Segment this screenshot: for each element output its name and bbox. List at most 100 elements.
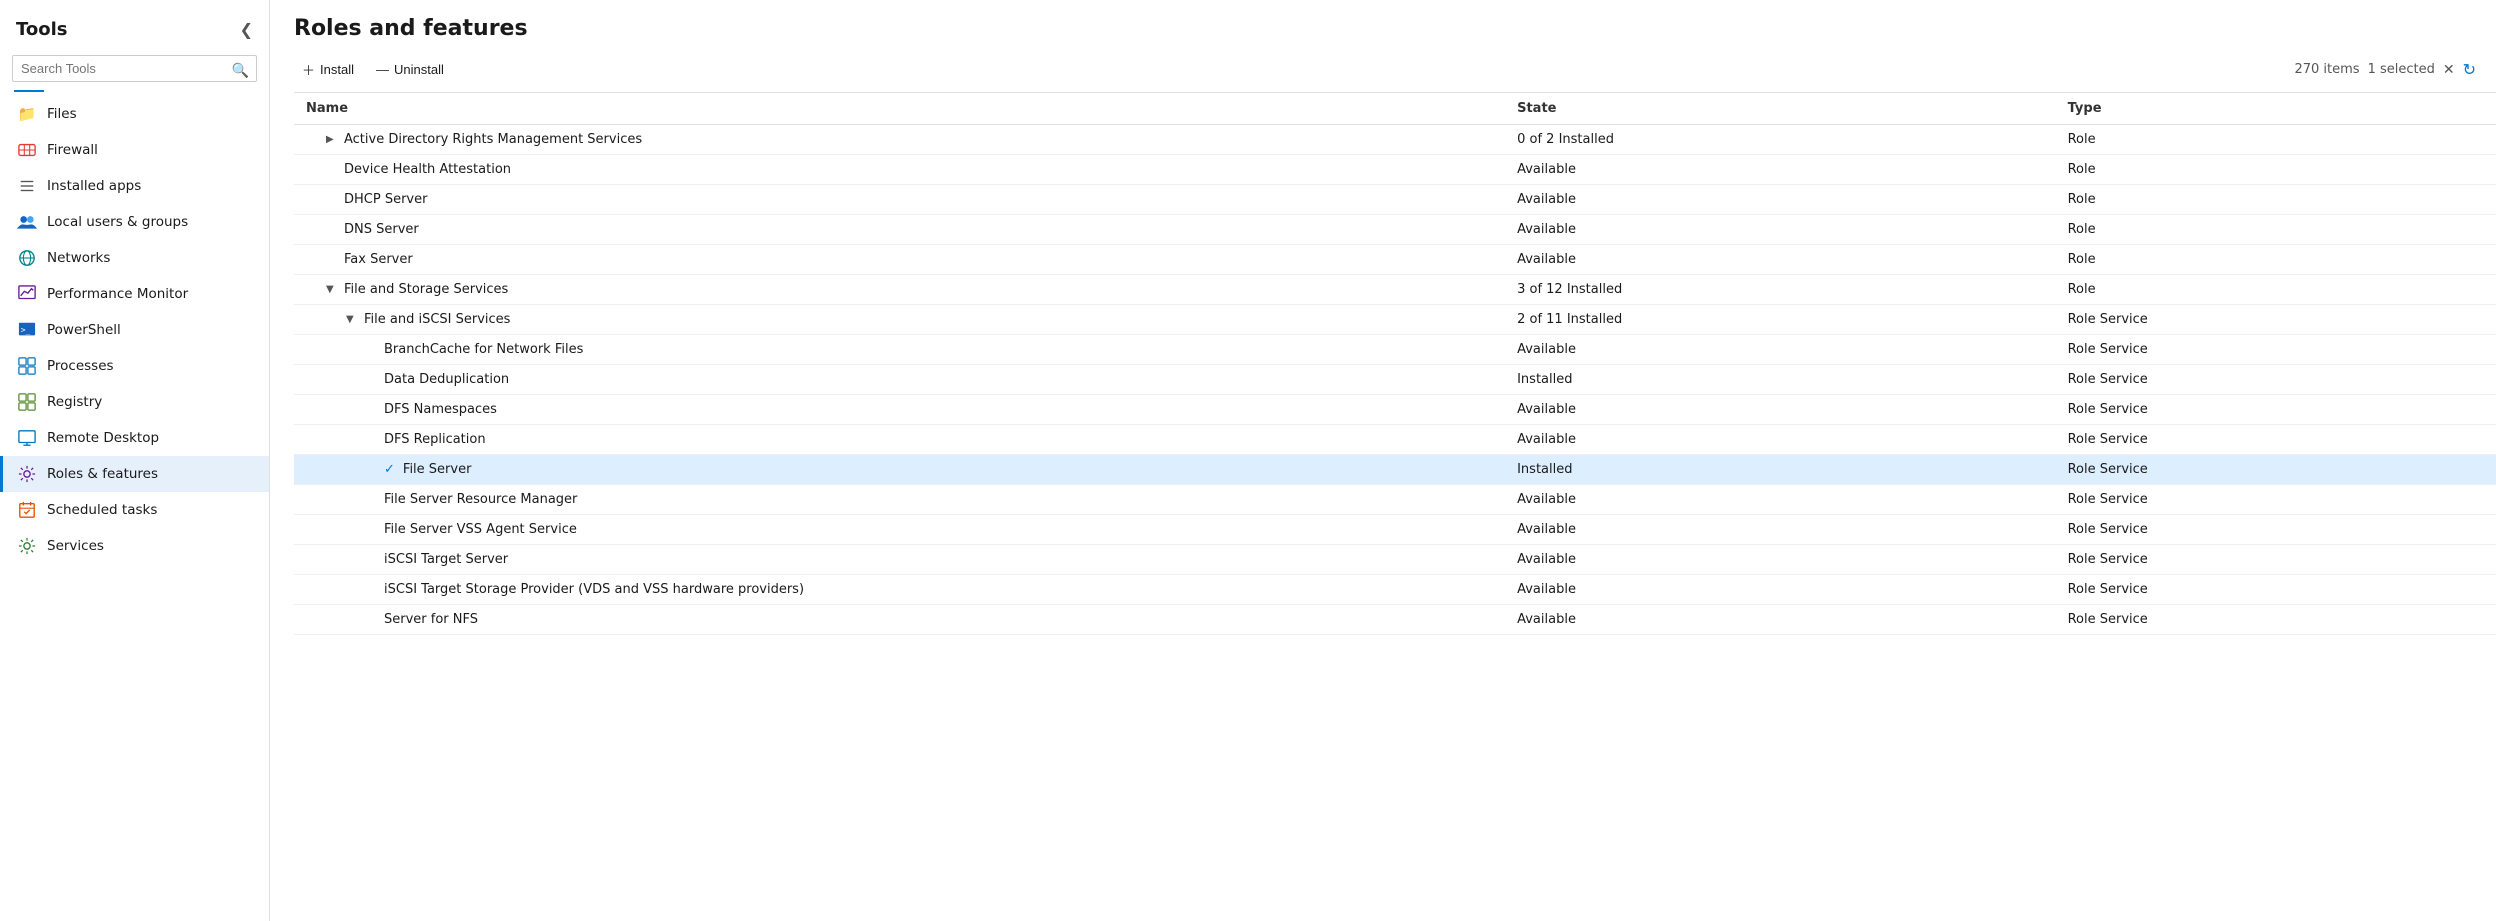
sidebar-item-networks[interactable]: Networks bbox=[0, 240, 269, 276]
cell-name: File Server Resource Manager bbox=[294, 485, 1505, 515]
col-header-type[interactable]: Type bbox=[2056, 93, 2496, 125]
sidebar-item-registry[interactable]: Registry bbox=[0, 384, 269, 420]
sidebar-item-label-installed-apps: Installed apps bbox=[47, 178, 141, 194]
cell-state: Available bbox=[1505, 425, 2056, 455]
table-row[interactable]: File Server Resource ManagerAvailableRol… bbox=[294, 485, 2496, 515]
cell-type: Role bbox=[2056, 155, 2496, 185]
cell-name: ▶ Active Directory Rights Management Serv… bbox=[294, 125, 1505, 155]
cell-type: Role Service bbox=[2056, 605, 2496, 635]
sidebar-item-firewall[interactable]: Firewall bbox=[0, 132, 269, 168]
col-header-state[interactable]: State bbox=[1505, 93, 2056, 125]
cell-name: ✓File Server bbox=[294, 455, 1505, 485]
cell-type: Role Service bbox=[2056, 395, 2496, 425]
row-name-text: File Server VSS Agent Service bbox=[384, 522, 577, 537]
expand-icon[interactable]: ▼ bbox=[346, 314, 358, 325]
table-row[interactable]: DNS ServerAvailableRole bbox=[294, 215, 2496, 245]
sidebar-item-label-local-users: Local users & groups bbox=[47, 214, 188, 230]
cell-state: 3 of 12 Installed bbox=[1505, 275, 2056, 305]
sidebar-item-processes[interactable]: Processes bbox=[0, 348, 269, 384]
table-row[interactable]: ▼ File and Storage Services 3 of 12 Instal… bbox=[294, 275, 2496, 305]
sidebar-item-installed-apps[interactable]: Installed apps bbox=[0, 168, 269, 204]
cell-state: Available bbox=[1505, 185, 2056, 215]
cell-state: Installed bbox=[1505, 455, 2056, 485]
install-button[interactable]: ＋ Install bbox=[294, 55, 368, 84]
expand-icon[interactable]: ▶ bbox=[326, 134, 338, 145]
table-row[interactable]: iSCSI Target ServerAvailableRole Service bbox=[294, 545, 2496, 575]
cell-state: 0 of 2 Installed bbox=[1505, 125, 2056, 155]
clear-selection-button[interactable]: ✕ bbox=[2443, 62, 2455, 78]
sidebar-item-files[interactable]: 📁Files bbox=[0, 96, 269, 132]
uninstall-label: Uninstall bbox=[394, 62, 444, 77]
cell-type: Role bbox=[2056, 185, 2496, 215]
sidebar-scroll: 📁Files Firewall Installed apps Local users … bbox=[0, 96, 269, 921]
items-count: 270 items bbox=[2294, 62, 2359, 77]
table-row[interactable]: DHCP ServerAvailableRole bbox=[294, 185, 2496, 215]
row-name-text: Active Directory Rights Management Servi… bbox=[344, 132, 642, 147]
cell-type: Role Service bbox=[2056, 455, 2496, 485]
sidebar-item-scheduled-tasks[interactable]: Scheduled tasks bbox=[0, 492, 269, 528]
cell-name: DHCP Server bbox=[294, 185, 1505, 215]
table-row[interactable]: Fax ServerAvailableRole bbox=[294, 245, 2496, 275]
table-row[interactable]: ▶ Active Directory Rights Management Serv… bbox=[294, 125, 2496, 155]
sidebar-item-remote-desktop[interactable]: Remote Desktop bbox=[0, 420, 269, 456]
roles-features-icon bbox=[17, 464, 37, 484]
cell-name: iSCSI Target Server bbox=[294, 545, 1505, 575]
expand-icon[interactable]: ▼ bbox=[326, 284, 338, 295]
sidebar-item-powershell[interactable]: >_ PowerShell bbox=[0, 312, 269, 348]
row-name-text: Data Deduplication bbox=[384, 372, 509, 387]
installed-apps-icon bbox=[17, 176, 37, 196]
table-row[interactable]: DFS ReplicationAvailableRole Service bbox=[294, 425, 2496, 455]
roles-table: Name State Type ▶ Active Directory Rights… bbox=[294, 93, 2496, 635]
cell-name: File Server VSS Agent Service bbox=[294, 515, 1505, 545]
sidebar-item-label-performance-monitor: Performance Monitor bbox=[47, 286, 188, 302]
sidebar-item-performance-monitor[interactable]: Performance Monitor bbox=[0, 276, 269, 312]
cell-name: DNS Server bbox=[294, 215, 1505, 245]
cell-name: Server for NFS bbox=[294, 605, 1505, 635]
table-row[interactable]: BranchCache for Network FilesAvailableRo… bbox=[294, 335, 2496, 365]
search-icon: 🔍 bbox=[232, 63, 249, 79]
table-row[interactable]: Server for NFSAvailableRole Service bbox=[294, 605, 2496, 635]
sidebar-title: Tools bbox=[16, 19, 68, 40]
cell-state: Available bbox=[1505, 605, 2056, 635]
sidebar-item-roles-features[interactable]: Roles & features bbox=[0, 456, 269, 492]
sidebar-item-label-firewall: Firewall bbox=[47, 142, 98, 158]
table-row[interactable]: Data DeduplicationInstalledRole Service bbox=[294, 365, 2496, 395]
sidebar: Tools ❮ 🔍 📁Files Firewall Installed apps Lo… bbox=[0, 0, 270, 921]
table-row[interactable]: iSCSI Target Storage Provider (VDS and V… bbox=[294, 575, 2496, 605]
row-name-text: File Server bbox=[403, 462, 472, 477]
local-users-icon bbox=[17, 212, 37, 232]
row-name-text: DFS Namespaces bbox=[384, 402, 497, 417]
table-row[interactable]: DFS NamespacesAvailableRole Service bbox=[294, 395, 2496, 425]
table-row[interactable]: File Server VSS Agent ServiceAvailableRo… bbox=[294, 515, 2496, 545]
sidebar-item-services[interactable]: Services bbox=[0, 528, 269, 564]
refresh-button[interactable]: ↻ bbox=[2463, 60, 2476, 79]
processes-icon bbox=[17, 356, 37, 376]
row-name-text: BranchCache for Network Files bbox=[384, 342, 583, 357]
sidebar-item-label-services: Services bbox=[47, 538, 104, 554]
search-box-wrap: 🔍 bbox=[0, 51, 269, 90]
cell-type: Role Service bbox=[2056, 425, 2496, 455]
sidebar-item-local-users[interactable]: Local users & groups bbox=[0, 204, 269, 240]
col-header-name[interactable]: Name bbox=[294, 93, 1505, 125]
uninstall-button[interactable]: — Uninstall bbox=[368, 57, 458, 82]
cell-name: iSCSI Target Storage Provider (VDS and V… bbox=[294, 575, 1505, 605]
cell-type: Role Service bbox=[2056, 335, 2496, 365]
cell-type: Role Service bbox=[2056, 575, 2496, 605]
table-row[interactable]: ✓File ServerInstalledRole Service bbox=[294, 455, 2496, 485]
collapse-sidebar-button[interactable]: ❮ bbox=[236, 16, 257, 43]
powershell-icon: >_ bbox=[17, 320, 37, 340]
install-label: Install bbox=[320, 62, 354, 77]
row-name-text: File and iSCSI Services bbox=[364, 312, 510, 327]
sidebar-item-label-powershell: PowerShell bbox=[47, 322, 121, 338]
table-header-row: Name State Type bbox=[294, 93, 2496, 125]
cell-type: Role bbox=[2056, 275, 2496, 305]
sidebar-item-label-processes: Processes bbox=[47, 358, 114, 374]
row-name-text: File Server Resource Manager bbox=[384, 492, 577, 507]
sidebar-header: Tools ❮ bbox=[0, 0, 269, 51]
cell-state: Available bbox=[1505, 575, 2056, 605]
row-name-text: File and Storage Services bbox=[344, 282, 508, 297]
table-row[interactable]: Device Health AttestationAvailableRole bbox=[294, 155, 2496, 185]
cell-name: Data Deduplication bbox=[294, 365, 1505, 395]
search-input[interactable] bbox=[12, 55, 257, 82]
table-row[interactable]: ▼File and iSCSI Services2 of 11 Installe… bbox=[294, 305, 2496, 335]
